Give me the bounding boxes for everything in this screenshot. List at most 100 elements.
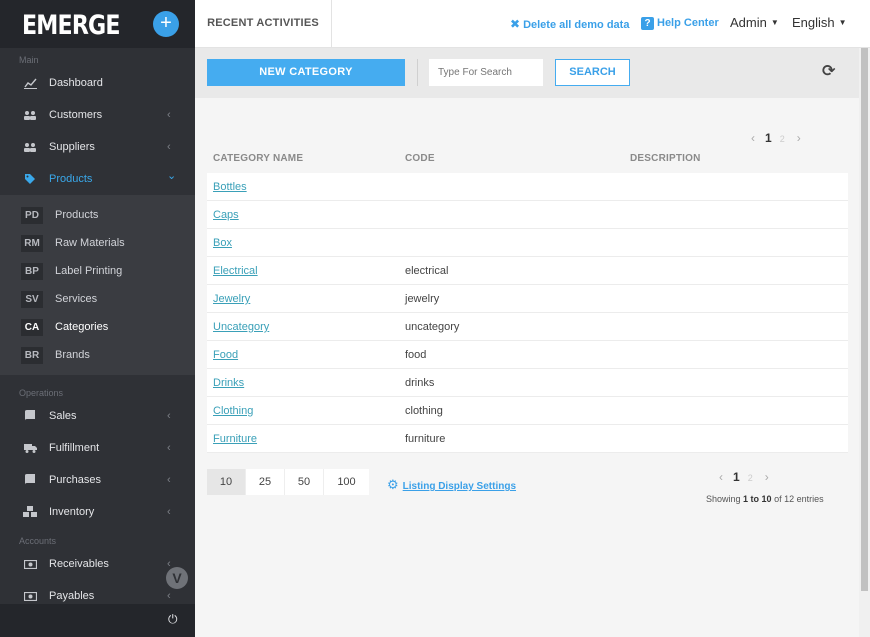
next-page-icon[interactable]: › — [765, 470, 769, 484]
listing-display-settings-link[interactable]: ⚙ Listing Display Settings — [387, 477, 516, 493]
search-input[interactable] — [429, 59, 543, 86]
prev-page-icon[interactable]: ‹ — [719, 470, 723, 484]
power-icon[interactable]: ⏻ — [168, 612, 178, 627]
sidebar-item-products[interactable]: Products ⌄ — [0, 163, 195, 195]
page-size-100[interactable]: 100 — [324, 469, 369, 495]
submenu-badge: BP — [21, 263, 43, 280]
sidebar-item-suppliers[interactable]: Suppliers ‹ — [0, 131, 195, 163]
users-icon — [22, 99, 38, 133]
category-link[interactable]: Bottles — [213, 173, 247, 201]
sidebar-item-label: Dashboard — [49, 77, 103, 89]
category-link[interactable]: Food — [213, 341, 238, 369]
scrollbar-thumb[interactable] — [861, 48, 868, 591]
submenu-label: Raw Materials — [55, 237, 125, 249]
page-2[interactable]: 2 — [748, 473, 753, 483]
chart-line-icon — [22, 67, 38, 102]
page-1[interactable]: 1 — [733, 470, 740, 484]
next-page-icon[interactable]: › — [797, 131, 801, 145]
showing-range: 1 to 10 — [743, 494, 772, 504]
sidebar-item-label: Customers — [49, 109, 103, 121]
submenu-item-products[interactable]: PD Products — [0, 201, 195, 229]
category-link[interactable]: Caps — [213, 201, 239, 229]
chevron-left-icon: ‹ — [167, 410, 171, 422]
sidebar-item-label: Purchases — [49, 474, 101, 486]
submenu-item-label-printing[interactable]: BP Label Printing — [0, 257, 195, 285]
column-category-name[interactable]: CATEGORY NAME — [213, 153, 303, 164]
sidebar-item-label: Receivables — [49, 558, 109, 570]
prev-page-icon[interactable]: ‹ — [751, 131, 755, 145]
category-link[interactable]: Box — [213, 229, 232, 257]
table-row: Food food — [207, 341, 848, 369]
category-code: furniture — [405, 433, 446, 445]
page-size-10[interactable]: 10 — [207, 469, 246, 495]
book-icon — [22, 464, 38, 498]
delete-demo-data-link[interactable]: ✖ Delete all demo data — [510, 17, 629, 31]
caret-down-icon: ▼ — [770, 18, 779, 27]
refresh-icon[interactable]: ⟳ — [822, 61, 835, 81]
new-category-button[interactable]: NEW CATEGORY — [207, 59, 405, 86]
sidebar-item-label: Products — [49, 173, 93, 185]
app-logo[interactable]: EMERGE — [22, 10, 121, 41]
sidebar-item-label: Sales — [49, 410, 77, 422]
column-description[interactable]: DESCRIPTION — [630, 153, 701, 164]
category-link[interactable]: Drinks — [213, 369, 244, 397]
category-code: jewelry — [405, 293, 440, 305]
products-submenu: PD Products RM Raw Materials BP Label Pr… — [0, 195, 195, 375]
pagination-bottom: ‹ 1 2 › — [712, 470, 776, 484]
page-size-50[interactable]: 50 — [285, 469, 324, 495]
chevron-down-icon: ⌄ — [167, 170, 177, 182]
table-row: Electrical electrical — [207, 257, 848, 285]
sidebar: EMERGE + Main Dashboard Customers ‹ Supp… — [0, 0, 195, 637]
submenu-label: Label Printing — [55, 265, 123, 277]
showing-entries-text: Showing 1 to 10 of 12 entries — [706, 494, 824, 504]
page-2[interactable]: 2 — [780, 134, 785, 144]
submenu-item-categories[interactable]: CA Categories — [0, 313, 195, 341]
user-dropdown[interactable]: Admin ▼ — [730, 15, 779, 30]
sidebar-item-label: Inventory — [49, 506, 95, 518]
sidebar-item-fulfillment[interactable]: Fulfillment ‹ — [0, 432, 195, 464]
sidebar-item-customers[interactable]: Customers ‹ — [0, 99, 195, 131]
table-row: Bottles — [207, 173, 848, 201]
sidebar-item-label: Fulfillment — [49, 442, 100, 454]
submenu-label: Services — [55, 293, 98, 305]
sidebar-item-inventory[interactable]: Inventory ‹ — [0, 496, 195, 528]
submenu-item-services[interactable]: SV Services — [0, 285, 195, 313]
language-dropdown[interactable]: English ▼ — [792, 15, 847, 30]
sidebar-item-purchases[interactable]: Purchases ‹ — [0, 464, 195, 496]
category-link[interactable]: Electrical — [213, 257, 258, 285]
add-button[interactable]: + — [153, 11, 179, 37]
sidebar-item-dashboard[interactable]: Dashboard — [0, 67, 195, 99]
category-link[interactable]: Jewelry — [213, 285, 250, 313]
help-center-link[interactable]: ? Help Center — [641, 17, 719, 30]
pagination-top: ‹ 1 2 › — [744, 131, 808, 145]
chevron-left-icon: ‹ — [167, 506, 171, 518]
table-header: CATEGORY NAME CODE DESCRIPTION — [213, 153, 847, 167]
logo-bar: EMERGE + — [0, 0, 195, 48]
page-size-25[interactable]: 25 — [246, 469, 285, 495]
category-link[interactable]: Furniture — [213, 425, 257, 453]
scroll-down-badge[interactable]: V — [166, 567, 188, 589]
tag-icon — [22, 163, 38, 198]
category-code: drinks — [405, 377, 435, 389]
table-row: Clothing clothing — [207, 397, 848, 425]
column-code[interactable]: CODE — [405, 153, 435, 164]
submenu-badge: BR — [21, 347, 43, 364]
caret-down-icon: ▼ — [838, 18, 847, 27]
search-button[interactable]: SEARCH — [555, 59, 630, 86]
page-1[interactable]: 1 — [765, 131, 772, 145]
user-name: Admin — [730, 15, 767, 30]
category-link[interactable]: Clothing — [213, 397, 253, 425]
tab-recent-activities[interactable]: RECENT ACTIVITIES — [195, 0, 332, 48]
toolbar: NEW CATEGORY SEARCH ⟳ — [195, 48, 859, 98]
chevron-left-icon: ‹ — [167, 109, 171, 121]
page-size-selector: 10 25 50 100 — [207, 469, 369, 495]
submenu-item-raw-materials[interactable]: RM Raw Materials — [0, 229, 195, 257]
category-link[interactable]: Uncategory — [213, 313, 269, 341]
table-row: Jewelry jewelry — [207, 285, 848, 313]
showing-prefix: Showing — [706, 494, 741, 504]
showing-suffix: of 12 entries — [774, 494, 824, 504]
delete-demo-label: Delete all demo data — [523, 19, 630, 31]
submenu-item-brands[interactable]: BR Brands — [0, 341, 195, 369]
sidebar-item-sales[interactable]: Sales ‹ — [0, 400, 195, 432]
scrollbar[interactable] — [859, 48, 870, 637]
